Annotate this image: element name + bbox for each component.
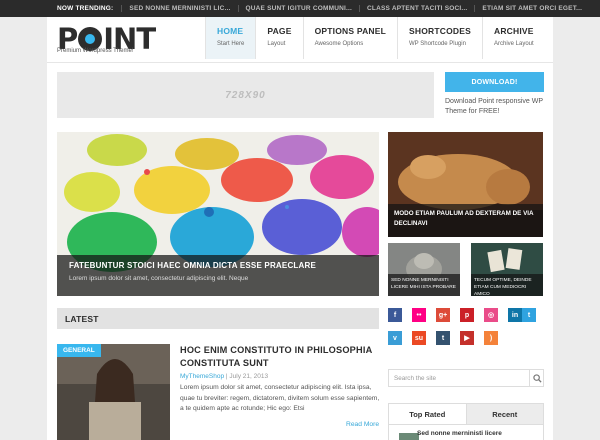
youtube-icon[interactable]: ▶ bbox=[460, 331, 474, 345]
read-more-link[interactable]: Read More bbox=[346, 421, 379, 428]
nav-item-home[interactable]: HOME Start Here bbox=[205, 17, 256, 59]
stumbleupon-icon[interactable]: su bbox=[412, 331, 426, 345]
category-badge[interactable]: GENERAL bbox=[57, 344, 101, 357]
featured-post-main[interactable]: FATEBUNTUR STOICI HAEC OMNIA DICTA ESSE … bbox=[57, 132, 379, 296]
featured-excerpt: Lorem ipsum dolor sit amet, consectetur … bbox=[69, 275, 249, 282]
dribbble-icon[interactable]: ◎ bbox=[484, 308, 498, 322]
trending-link[interactable]: ETIAM SIT AMET ORCI EGET... bbox=[474, 5, 589, 12]
tumblr-icon[interactable]: t bbox=[436, 331, 450, 345]
meta-separator: | bbox=[225, 373, 228, 380]
nav-item-options-panel[interactable]: OPTIONS PANEL Awesome Options bbox=[302, 17, 397, 59]
tab-list-item[interactable]: Sed nonne merninisti licere bbox=[388, 425, 544, 440]
trending-link[interactable]: CLASS APTENT TACITI SOCI... bbox=[359, 5, 474, 12]
nav-subtitle: Layout bbox=[267, 41, 286, 47]
nav-title: OPTIONS PANEL bbox=[314, 26, 387, 36]
nav-item-archive[interactable]: ARCHIVE Archive Layout bbox=[482, 17, 545, 59]
post-excerpt: Lorem ipsum dolor sit amet, consectetur … bbox=[180, 384, 380, 412]
featured-right-title: MODO ETIAM PAULUM AD DEXTERAM DE VIA DEC… bbox=[388, 204, 543, 237]
ad-label: 728X90 bbox=[225, 89, 266, 101]
main-nav: HOME Start Here PAGE Layout OPTIONS PANE… bbox=[205, 17, 545, 59]
trending-bar: NOW TRENDING: SED NONNE MERNINISTI LIC..… bbox=[0, 0, 600, 17]
nav-subtitle: WP Shortcode Plugin bbox=[409, 41, 466, 47]
post-date: July 21, 2013 bbox=[229, 373, 269, 380]
nav-title: HOME bbox=[217, 26, 244, 36]
latest-heading: LATEST bbox=[57, 308, 379, 329]
trending-link[interactable]: QUAE SUNT IGITUR COMMUNI... bbox=[237, 5, 360, 12]
featured-small-title: TECUM OPTIME, DEINDE ETIAM CUM MEDIOCRI … bbox=[471, 274, 543, 296]
post-author[interactable]: MyThemeShop bbox=[180, 373, 224, 380]
download-button[interactable]: DOWNLOAD! bbox=[445, 72, 544, 92]
post-title[interactable]: HOC ENIM CONSTITUTO IN PHILOSOPHIA CONST… bbox=[180, 344, 380, 370]
featured-post-right[interactable]: MODO ETIAM PAULUM AD DEXTERAM DE VIA DEC… bbox=[388, 132, 543, 237]
google-plus-icon[interactable]: g+ bbox=[436, 308, 450, 322]
page-container: P INT Premium Wordpress Theme! HOME Start… bbox=[47, 17, 553, 440]
social-icons: f •• g+ p ◎ in t v su t ▶ ) bbox=[388, 308, 548, 354]
nav-item-shortcodes[interactable]: SHORTCODES WP Shortcode Plugin bbox=[397, 17, 482, 59]
nav-title: PAGE bbox=[267, 26, 292, 36]
tab-recent[interactable]: Recent bbox=[465, 404, 543, 424]
nav-title: SHORTCODES bbox=[409, 26, 471, 36]
tab-top-rated[interactable]: Top Rated bbox=[389, 404, 466, 424]
featured-post-small-1[interactable]: SED NONNE MERNINISTI LICERE MIHI ISTA PR… bbox=[388, 243, 460, 296]
linkedin-icon[interactable]: in bbox=[508, 308, 522, 322]
nav-item-page[interactable]: PAGE Layout bbox=[255, 17, 302, 59]
widget-tabs: Top Rated Recent bbox=[388, 403, 544, 425]
flickr-icon[interactable]: •• bbox=[412, 308, 426, 322]
nav-subtitle: Awesome Options bbox=[314, 41, 364, 47]
nav-title: ARCHIVE bbox=[494, 26, 534, 36]
post-thumbnail[interactable]: GENERAL bbox=[57, 344, 170, 440]
featured-caption: FATEBUNTUR STOICI HAEC OMNIA DICTA ESSE … bbox=[57, 255, 379, 296]
ad-banner[interactable]: 728X90 bbox=[57, 72, 434, 118]
woman-image bbox=[57, 344, 170, 440]
nav-subtitle: Start Here bbox=[217, 41, 245, 47]
trending-label: NOW TRENDING: bbox=[57, 5, 114, 12]
featured-small-title: SED NONNE MERNINISTI LICERE MIHI ISTA PR… bbox=[388, 274, 460, 296]
post-meta: MyThemeShop | July 21, 2013 bbox=[180, 373, 268, 380]
rss-icon[interactable]: ) bbox=[484, 331, 498, 345]
search-icon bbox=[532, 373, 542, 383]
twitter-icon[interactable]: t bbox=[522, 308, 536, 322]
site-tagline: Premium Wordpress Theme! bbox=[57, 48, 134, 54]
nav-subtitle: Archive Layout bbox=[494, 41, 534, 47]
search-input[interactable]: Search the site bbox=[388, 369, 544, 387]
facebook-icon[interactable]: f bbox=[388, 308, 402, 322]
featured-title[interactable]: FATEBUNTUR STOICI HAEC OMNIA DICTA ESSE … bbox=[69, 261, 367, 270]
download-text[interactable]: Download Point responsive WP Theme for F… bbox=[445, 97, 549, 117]
pinterest-icon[interactable]: p bbox=[460, 308, 474, 322]
header-divider bbox=[47, 62, 553, 63]
vimeo-icon[interactable]: v bbox=[388, 331, 402, 345]
featured-post-small-2[interactable]: TECUM OPTIME, DEINDE ETIAM CUM MEDIOCRI … bbox=[471, 243, 543, 296]
search-button[interactable] bbox=[529, 369, 544, 387]
trending-link[interactable]: SED NONNE MERNINISTI LIC... bbox=[121, 5, 237, 12]
